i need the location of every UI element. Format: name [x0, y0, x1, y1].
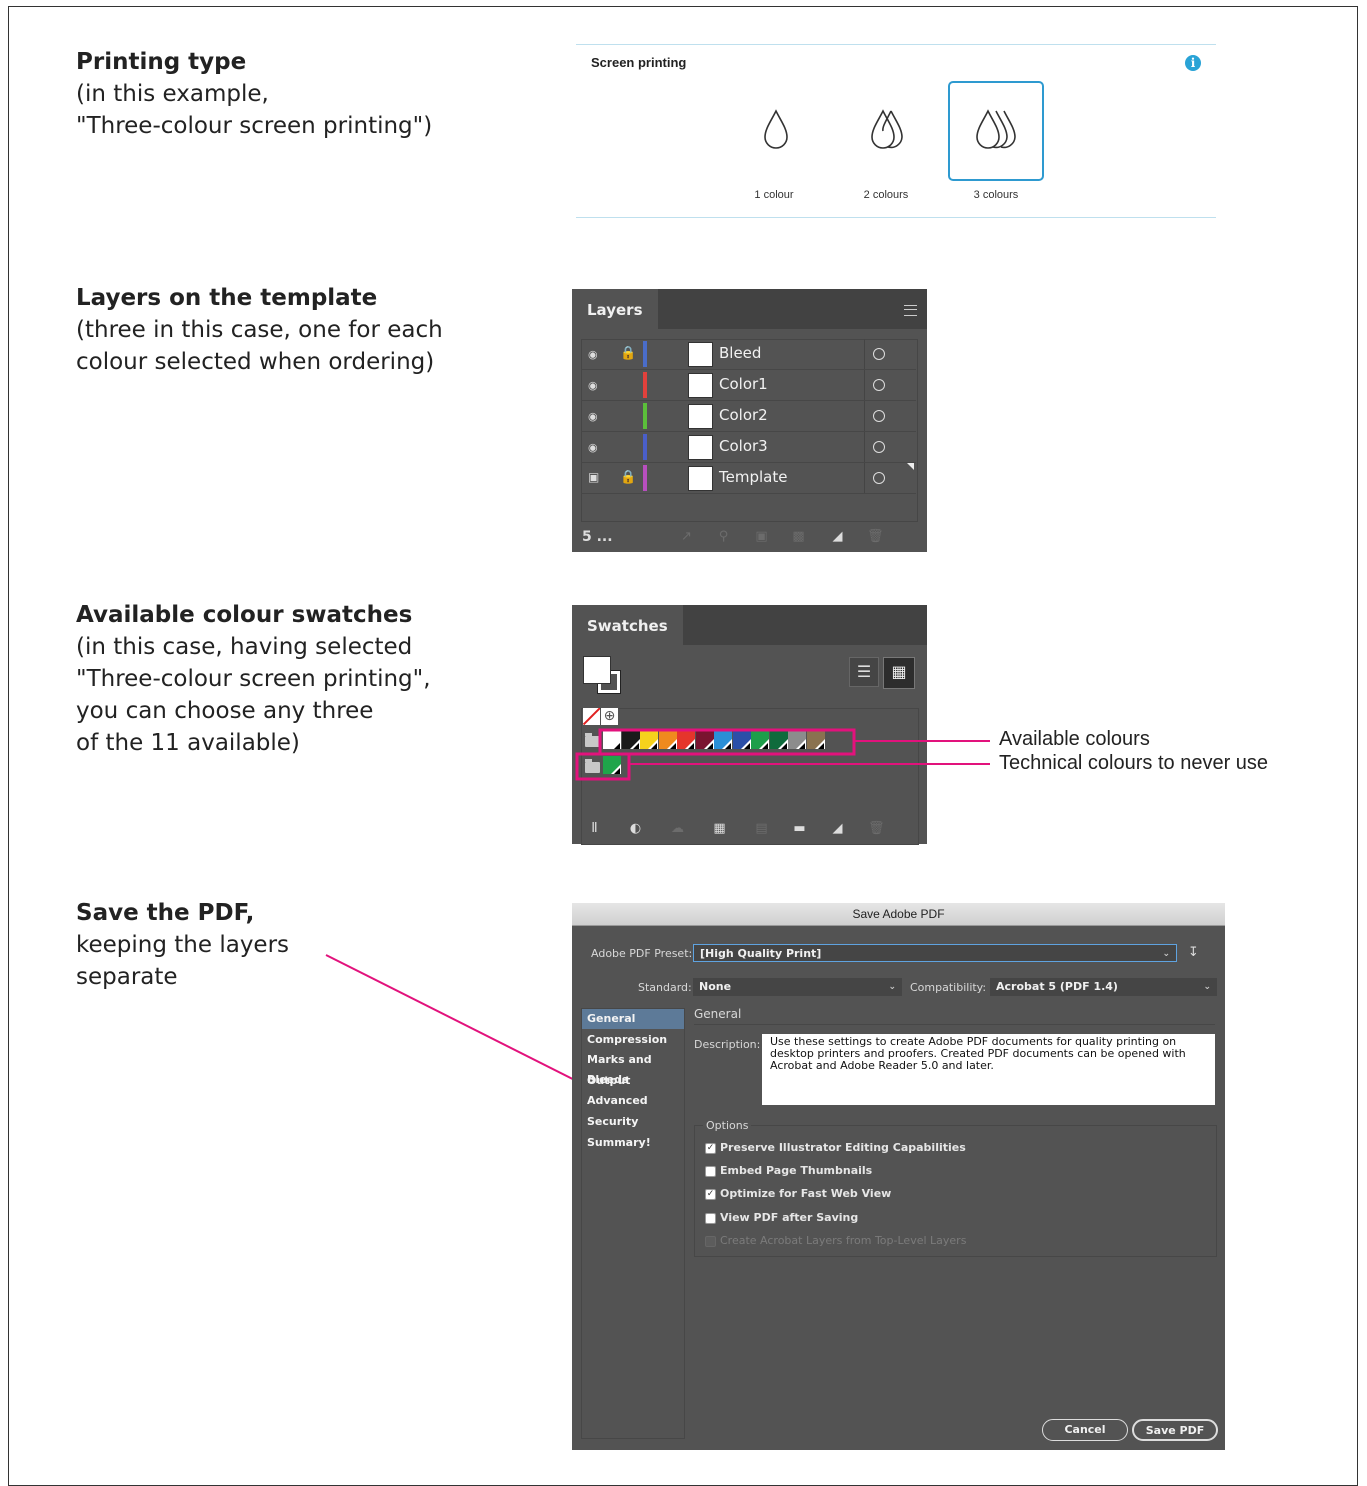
cancel-button[interactable]: Cancel: [1042, 1419, 1128, 1441]
checkbox-checked[interactable]: ✓: [705, 1189, 716, 1200]
annotation-technical: Technical colours to never use: [999, 752, 1269, 774]
settings-sidebar: General Compression Marks and Bleeds Out…: [581, 1008, 685, 1439]
standard-value: None: [699, 980, 732, 993]
chevron-down-icon: ⌄: [1203, 982, 1211, 992]
save-preset-icon[interactable]: ↧: [1188, 945, 1199, 960]
sidebar-item-advanced[interactable]: Advanced: [582, 1091, 684, 1111]
chevron-down-icon: ⌄: [888, 982, 896, 992]
compat-value: Acrobat 5 (PDF 1.4): [996, 980, 1118, 993]
option-label: Embed Page Thumbnails: [720, 1164, 873, 1177]
sidebar-item-security[interactable]: Security: [582, 1112, 684, 1132]
save-pdf-button[interactable]: Save PDF: [1132, 1419, 1218, 1441]
checkbox[interactable]: [705, 1166, 716, 1177]
option-label: Preserve Illustrator Editing Capabilitie…: [720, 1141, 966, 1154]
save-pdf-dialog: Save Adobe PDF Adobe PDF Preset: [High Q…: [572, 903, 1225, 1450]
option-label: View PDF after Saving: [720, 1211, 859, 1224]
sidebar-item-marks-and-bleeds[interactable]: Marks and Bleeds: [582, 1050, 684, 1086]
standard-select[interactable]: None ⌄: [693, 978, 902, 996]
annotation-available: Available colours: [999, 728, 1150, 750]
compat-select[interactable]: Acrobat 5 (PDF 1.4) ⌄: [990, 978, 1217, 996]
section-title: General: [694, 1007, 742, 1021]
preset-select[interactable]: [High Quality Print] ⌄: [693, 944, 1177, 962]
dialog-title: Save Adobe PDF: [572, 903, 1225, 926]
available-highlight-box: [598, 728, 856, 756]
technical-highlight-box: [575, 752, 631, 781]
standard-label: Standard:: [638, 981, 692, 994]
options-group: Options ✓ Preserve Illustrator Editing C…: [694, 1119, 1217, 1257]
preset-value: [High Quality Print]: [700, 947, 822, 960]
description-text: Use these settings to create Adobe PDF d…: [762, 1034, 1215, 1105]
option-label: Optimize for Fast Web View: [720, 1187, 892, 1200]
compat-label: Compatibility:: [910, 981, 987, 994]
sidebar-item-summary[interactable]: Summary!: [582, 1133, 684, 1153]
sidebar-item-general[interactable]: General: [582, 1009, 684, 1029]
description-label: Description:: [694, 1038, 761, 1051]
checkbox-disabled: [705, 1236, 716, 1247]
options-title: Options: [703, 1119, 752, 1132]
divider: [694, 1024, 1215, 1025]
sidebar-item-output[interactable]: Output: [582, 1071, 684, 1091]
checkbox-checked[interactable]: ✓: [705, 1143, 716, 1154]
option-label: Create Acrobat Layers from Top-Level Lay…: [720, 1234, 967, 1247]
sidebar-item-compression[interactable]: Compression: [582, 1030, 684, 1050]
checkbox[interactable]: [705, 1213, 716, 1224]
fill-swatch-front: [583, 656, 611, 684]
chevron-down-icon: ⌄: [1162, 949, 1170, 959]
preset-label: Adobe PDF Preset:: [591, 947, 693, 960]
